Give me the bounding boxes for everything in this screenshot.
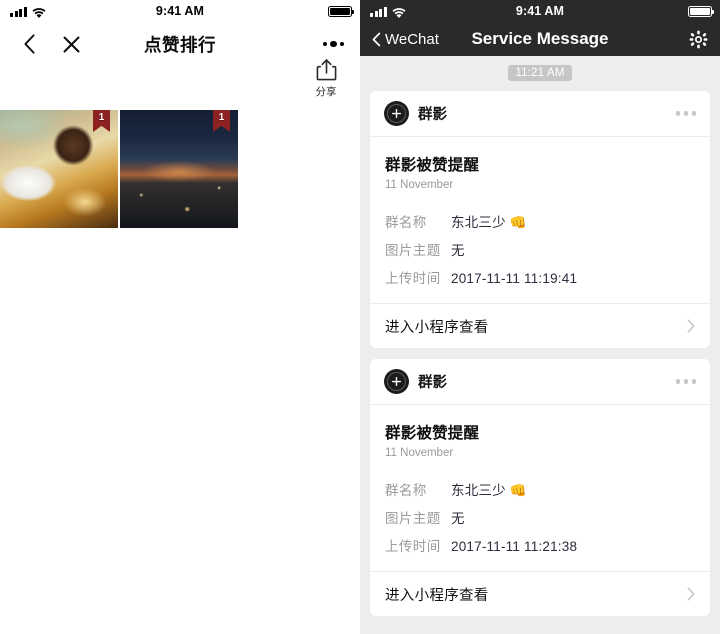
photo-item[interactable]: 1 [0,110,119,228]
field-value: 东北三少 👊 [451,483,527,498]
field-key: 上传时间 [385,539,441,554]
card-field-row: 上传时间 2017-11-11 11:21:38 [385,535,695,555]
sender-name: 群影 [418,107,447,123]
settings-button[interactable] [689,30,708,49]
back-to-wechat-button[interactable]: WeChat [372,31,439,48]
photo-strip: 1 1 [0,110,239,228]
chevron-right-icon [687,587,695,601]
message-timestamp: 11:21 AM [508,65,572,81]
card-menu-button[interactable] [675,373,696,390]
chevron-right-icon [687,319,695,333]
more-dots-icon [675,379,680,384]
card-menu-button[interactable] [675,105,696,122]
field-key: 群名称 [385,215,427,230]
close-button[interactable] [56,29,86,59]
field-key: 群名称 [385,483,427,498]
back-label: WeChat [385,30,439,48]
status-right-group [328,5,355,17]
more-dots-icon [675,111,680,116]
avatar[interactable] [384,101,409,126]
sender-name: 群影 [418,375,447,391]
gear-icon [689,30,708,48]
battery-icon [328,5,355,17]
footer-label: 进入小程序查看 [385,319,489,336]
open-miniprogram-button[interactable]: 进入小程序查看 [370,571,710,616]
card-body: 群影被赞提醒 11 November 群名称 东北三少 👊 图片主题 无 上传时… [370,137,710,303]
card-title: 群影被赞提醒 [385,157,480,174]
field-value: 2017-11-11 11:21:38 [451,539,578,554]
card-header: 群影 [370,91,710,137]
avatar[interactable] [384,369,409,394]
card-field-list: 群名称 东北三少 👊 图片主题 无 上传时间 2017-11-11 11:21:… [385,479,695,555]
field-value: 无 [451,511,465,526]
more-options-button[interactable] [321,35,347,54]
status-time: 9:41 AM [515,4,565,18]
card-field-row: 群名称 东北三少 👊 [385,211,695,231]
field-key: 上传时间 [385,271,441,286]
chevron-left-icon [23,34,35,54]
right-status-bar: 9:41 AM [360,0,720,22]
service-message-card[interactable]: 群影 群影被赞提醒 11 November 群名称 东北三少 👊 图片主题 无 … [370,91,710,348]
card-field-row: 上传时间 2017-11-11 11:19:41 [385,267,695,287]
page-title: 点赞排行 [144,34,216,55]
photo-item[interactable]: 1 [120,110,239,228]
card-title: 群影被赞提醒 [385,425,480,442]
footer-label: 进入小程序查看 [385,587,489,604]
chat-message-list: 11:21 AM 群影 群影被赞提醒 11 November 群名称 东北三少 … [360,56,720,634]
camera-lens-plus-icon [391,108,402,119]
card-date: 11 November [385,179,454,191]
field-value: 东北三少 👊 [451,215,527,230]
more-dots-icon [322,42,327,46]
field-key: 图片主题 [385,243,441,258]
card-field-row: 图片主题 无 [385,507,695,527]
card-field-list: 群名称 东北三少 👊 图片主题 无 上传时间 2017-11-11 11:19:… [385,211,695,287]
back-button[interactable] [14,29,44,59]
chevron-left-icon [372,32,381,46]
open-miniprogram-button[interactable]: 进入小程序查看 [370,303,710,348]
status-right-group [688,5,715,17]
left-panel-likes-ranking: 9:41 AM 点赞排行 分享 1 1 [0,0,360,634]
share-icon [316,59,336,81]
service-message-card[interactable]: 群影 群影被赞提醒 11 November 群名称 东北三少 👊 图片主题 无 … [370,359,710,616]
card-field-row: 群名称 东北三少 👊 [385,479,695,499]
right-navbar: WeChat Service Message [360,22,720,56]
card-header: 群影 [370,359,710,405]
card-field-row: 图片主题 无 [385,239,695,259]
right-panel-service-message: 9:41 AM WeChat Service Message 11:21 AM … [360,0,720,634]
card-date: 11 November [385,447,454,459]
share-button[interactable]: 分享 [306,58,346,99]
close-icon [63,36,79,52]
battery-icon [688,5,715,17]
camera-lens-plus-icon [391,376,402,387]
app-screen: 9:41 AM 点赞排行 分享 1 1 9:41 AM WeChat Servi… [0,0,720,634]
card-body: 群影被赞提醒 11 November 群名称 东北三少 👊 图片主题 无 上传时… [370,405,710,571]
photo-night-city [120,110,239,228]
left-status-bar: 9:41 AM [0,0,360,22]
field-key: 图片主题 [385,511,441,526]
share-label: 分享 [315,86,337,98]
photo-fast-food [0,110,119,228]
status-time: 9:41 AM [155,4,205,18]
timestamp-row: 11:21 AM [370,56,710,91]
field-value: 无 [451,243,465,258]
field-value: 2017-11-11 11:19:41 [451,271,578,286]
